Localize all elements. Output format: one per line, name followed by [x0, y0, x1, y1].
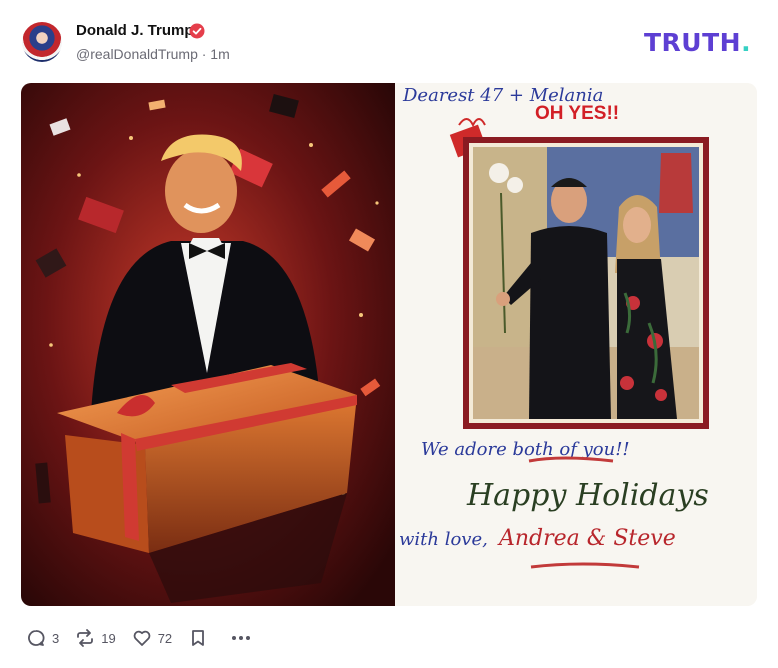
post-image[interactable]: Dearest 47 + Melania OH YES!! We adore b… [21, 83, 757, 606]
card-names: Andrea & Steve [497, 526, 676, 551]
couple-photo [473, 147, 699, 419]
like-count: 72 [157, 630, 173, 646]
card-withlove: with love, [399, 529, 488, 550]
card-exclaim: OH YES!! [535, 103, 619, 124]
reply-count: 3 [52, 630, 60, 646]
brand-text: TRUTH [644, 28, 742, 57]
post-action-bar: 3 19 72 [26, 626, 274, 650]
author-name[interactable]: Donald J. Trump [76, 22, 194, 39]
brand-dot: . [741, 28, 752, 57]
author-handle-and-time: @realDonaldTrump · 1m [76, 46, 230, 62]
post-image-drawing: Dearest 47 + Melania OH YES!! We adore b… [21, 83, 757, 606]
author-avatar[interactable] [22, 22, 62, 62]
retruth-count: 19 [101, 630, 116, 646]
more-icon [232, 636, 251, 640]
card-holidays: Happy Holidays [466, 478, 709, 513]
more-options-button[interactable] [230, 628, 258, 648]
truth-social-logo: TRUTH. [644, 28, 751, 57]
retruth-icon [77, 629, 94, 647]
bookmark-button[interactable] [188, 628, 214, 648]
like-button[interactable]: 72 [132, 628, 172, 648]
reply-button[interactable]: 3 [26, 628, 59, 648]
like-icon [133, 630, 151, 646]
card-adore: We adore both of you!! [421, 439, 630, 460]
reply-icon [28, 630, 45, 646]
bookmark-icon [192, 630, 205, 646]
retruth-button[interactable]: 19 [75, 628, 116, 648]
verified-badge-icon [189, 23, 205, 39]
